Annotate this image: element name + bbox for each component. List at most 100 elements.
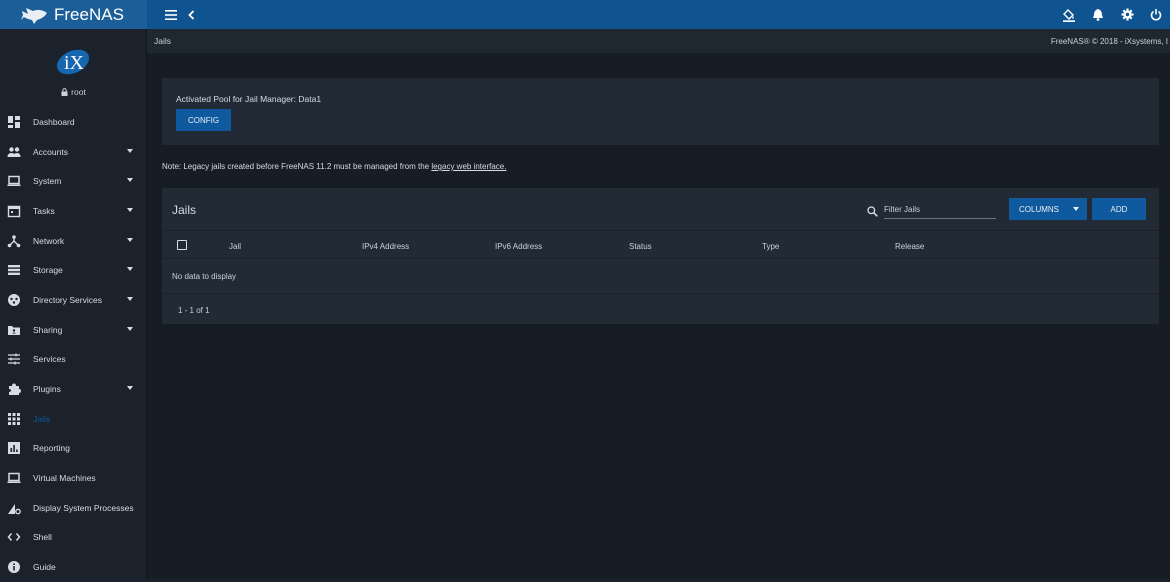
sidebar-item-jails[interactable]: Jails	[0, 404, 147, 434]
breadcrumb: Jails	[154, 36, 172, 46]
power-button[interactable]	[1146, 5, 1166, 25]
column-header-type[interactable]: Type	[762, 242, 779, 251]
columns-button-label: COLUMNS	[1019, 204, 1060, 214]
columns-button[interactable]: COLUMNS	[1009, 198, 1087, 220]
sidebar-item-accounts[interactable]: Accounts	[0, 137, 147, 167]
sidebar-item-label: Virtual Machines	[33, 473, 96, 484]
sidebar-item-tasks[interactable]: Tasks	[0, 196, 147, 226]
folder-shared-icon	[7, 323, 21, 337]
column-header-release[interactable]: Release	[895, 242, 924, 251]
pagination-text: 1 - 1 of 1	[178, 306, 210, 315]
sidebar-item-system[interactable]: System	[0, 166, 147, 196]
sidebar-item-label: Dashboard	[33, 116, 75, 127]
sidebar-item-label: Services	[33, 354, 66, 365]
legacy-web-interface-link[interactable]: legacy web interface.	[431, 162, 506, 171]
paint-bucket-icon	[1063, 8, 1075, 22]
sidebar-item-label: Tasks	[33, 205, 55, 216]
svg-text:iX: iX	[64, 52, 85, 74]
top-bar: FreeNAS	[0, 0, 1170, 29]
info-icon	[7, 560, 21, 574]
bell-icon	[1093, 9, 1103, 21]
sidebar-item-label: Jails	[33, 413, 51, 424]
sidebar-item-label: System	[33, 176, 62, 187]
column-header-ipv6[interactable]: IPv6 Address	[495, 242, 542, 251]
jails-table-title: Jails	[172, 203, 197, 217]
config-button[interactable]: CONFIG	[176, 109, 231, 131]
app-name: FreeNAS	[54, 4, 124, 24]
sidebar-item-label: Accounts	[33, 146, 68, 157]
username: root	[71, 87, 86, 97]
laptop-icon	[7, 174, 21, 188]
legacy-note: Note: Legacy jails created before FreeNA…	[162, 162, 506, 171]
menu-icon	[165, 9, 177, 20]
laptop-icon	[7, 471, 21, 485]
sidebar-item-sharing[interactable]: Sharing	[0, 315, 147, 345]
sidebar-item-label: Display System Processes	[33, 502, 134, 513]
sidebar-nav: Dashboard Accounts System Tasks Network Stora…	[0, 107, 147, 582]
sidebar-item-label: Plugins	[33, 384, 61, 395]
sidebar-item-label: Sharing	[33, 324, 63, 335]
sidebar-item-reporting[interactable]: Reporting	[0, 434, 147, 464]
sidebar-item-virtual-machines[interactable]: Virtual Machines	[0, 463, 147, 493]
extension-icon	[7, 382, 21, 396]
sidebar-item-dashboard[interactable]: Dashboard	[0, 107, 147, 137]
sidebar-item-label: Reporting	[33, 443, 70, 454]
column-header-status[interactable]: Status	[629, 242, 652, 251]
column-header-jail[interactable]: Jail	[229, 242, 241, 251]
chevron-left-icon	[187, 9, 194, 20]
jail-pool-card: Activated Pool for Jail Manager: Data1 C…	[162, 78, 1159, 145]
lock-icon	[61, 88, 68, 96]
dashboard-icon	[7, 115, 21, 129]
search-icon	[867, 206, 878, 217]
collapse-sidebar-button[interactable]	[181, 5, 201, 25]
table-header-row: Jail IPv4 Address IPv6 Address Status Ty…	[162, 230, 1159, 259]
caret-down-icon	[127, 326, 133, 331]
select-all-checkbox[interactable]	[177, 240, 187, 250]
freenas-fish-icon	[21, 7, 47, 24]
caret-down-icon	[127, 267, 133, 272]
table-footer: 1 - 1 of 1	[162, 293, 1159, 324]
user-label: root	[0, 87, 147, 97]
sidebar-item-shell[interactable]: Shell	[0, 523, 147, 553]
filter-jails-input[interactable]	[884, 201, 996, 219]
caret-down-icon	[127, 178, 133, 183]
tune-icon	[7, 352, 21, 366]
add-jail-button[interactable]: ADD	[1092, 198, 1146, 220]
sidebar-item-display-system-processes[interactable]: Display System Processes	[0, 493, 147, 523]
caret-down-icon	[127, 386, 133, 391]
freenas-logo[interactable]: FreeNAS	[0, 0, 147, 29]
sidebar-item-label: Storage	[33, 265, 63, 276]
copyright-text: FreeNAS® © 2018 - iXsystems, I	[1050, 37, 1168, 46]
gear-icon	[1121, 8, 1133, 21]
sidebar-item-label: Network	[33, 235, 65, 246]
caret-down-icon	[127, 297, 133, 302]
caret-down-icon	[127, 148, 133, 153]
theme-button[interactable]	[1059, 5, 1079, 25]
menu-toggle-button[interactable]	[161, 5, 181, 25]
sidebar-item-services[interactable]: Services	[0, 345, 147, 375]
directory-icon	[7, 293, 21, 307]
main-content: Activated Pool for Jail Manager: Data1 C…	[147, 53, 1170, 579]
ixsystems-logo: iX	[56, 49, 90, 75]
sidebar-item-label: Guide	[33, 562, 56, 573]
settings-button[interactable]	[1117, 5, 1137, 25]
empty-table-message: No data to display	[172, 272, 237, 281]
sidebar: iX root Dashboard Accounts System Tasks Netw…	[0, 29, 147, 579]
activity-icon	[7, 501, 21, 515]
column-header-ipv4[interactable]: IPv4 Address	[362, 242, 409, 251]
sidebar-item-guide[interactable]: Guide	[0, 552, 147, 582]
storage-icon	[7, 263, 21, 277]
chart-icon	[7, 441, 21, 455]
breadcrumb-bar: Jails FreeNAS® © 2018 - iXsystems, I	[147, 29, 1170, 53]
sidebar-item-network[interactable]: Network	[0, 226, 147, 256]
chevron-down-icon	[1073, 207, 1079, 211]
caret-down-icon	[127, 208, 133, 213]
people-icon	[7, 145, 21, 159]
sidebar-item-label: Directory Services	[33, 294, 102, 305]
jails-table-card: Jails COLUMNS ADD Jail IPv4 Address IPv6…	[162, 188, 1159, 324]
sidebar-item-directory-services[interactable]: Directory Services	[0, 285, 147, 315]
sidebar-item-label: Shell	[33, 532, 52, 543]
sidebar-item-storage[interactable]: Storage	[0, 255, 147, 285]
sidebar-item-plugins[interactable]: Plugins	[0, 374, 147, 404]
notifications-button[interactable]	[1088, 5, 1108, 25]
